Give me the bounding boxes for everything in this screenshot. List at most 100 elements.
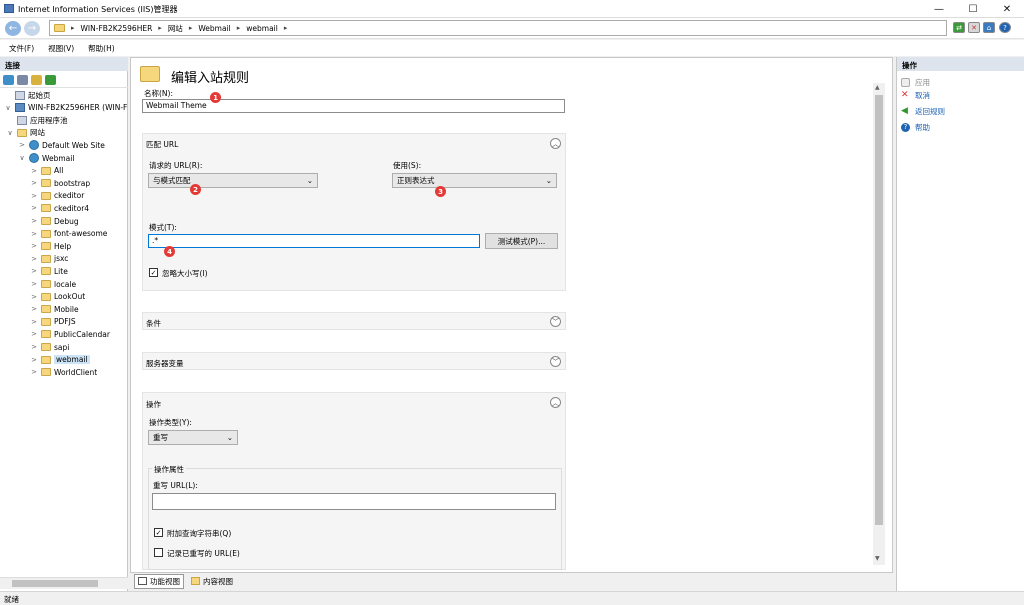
scroll-thumb[interactable] bbox=[875, 95, 883, 525]
name-input[interactable]: Webmail Theme bbox=[142, 99, 565, 113]
crumb-server[interactable]: WIN-FB2K2596HER bbox=[81, 24, 153, 33]
up-level-icon[interactable] bbox=[31, 75, 42, 85]
tree-item[interactable]: > jsxc bbox=[30, 253, 68, 265]
tree-item-label: All bbox=[54, 166, 64, 176]
chevron-right-icon[interactable]: > bbox=[30, 242, 38, 250]
chevron-right-icon[interactable]: > bbox=[30, 217, 38, 225]
log-rewritten-checkbox[interactable] bbox=[154, 548, 163, 557]
scroll-down-icon[interactable]: ▼ bbox=[875, 555, 880, 562]
tree-item[interactable]: > PDFJS bbox=[30, 316, 76, 328]
tree-item[interactable]: > ckeditor bbox=[30, 190, 84, 202]
chevron-right-icon[interactable]: > bbox=[30, 293, 38, 301]
chevron-right-icon[interactable]: > bbox=[30, 356, 38, 364]
requested-url-select[interactable]: 与模式匹配 ⌄ bbox=[148, 173, 318, 188]
action-cancel[interactable]: ✕ 取消 bbox=[901, 89, 930, 101]
horizontal-scrollbar[interactable] bbox=[0, 577, 128, 589]
crumb-app[interactable]: webmail bbox=[246, 24, 278, 33]
action-help[interactable]: ? 帮助 bbox=[901, 121, 930, 133]
chevron-right-icon[interactable]: > bbox=[30, 343, 38, 351]
using-select[interactable]: 正则表达式 ⌄ bbox=[392, 173, 557, 188]
tree-item[interactable]: > ckeditor4 bbox=[30, 202, 89, 214]
forward-arrow-icon[interactable]: → bbox=[24, 21, 40, 36]
pattern-input[interactable]: .* bbox=[148, 234, 480, 248]
action-apply[interactable]: 应用 bbox=[901, 76, 930, 88]
tree-item[interactable]: > All bbox=[30, 165, 63, 177]
collapse-up-icon[interactable]: ︿ bbox=[550, 397, 561, 408]
conditions-section[interactable]: 条件 ﹀ bbox=[142, 312, 566, 330]
tree-item[interactable]: > webmail bbox=[30, 354, 90, 366]
chevron-right-icon[interactable]: > bbox=[30, 230, 38, 238]
tree-item[interactable]: > Mobile bbox=[30, 303, 79, 315]
tree-item[interactable]: > bootstrap bbox=[30, 177, 90, 189]
chevron-down-icon[interactable]: ∨ bbox=[4, 104, 12, 112]
tree-item[interactable]: > Help bbox=[30, 240, 71, 252]
chevron-right-icon[interactable]: > bbox=[30, 280, 38, 288]
tree-item[interactable]: > sapi bbox=[30, 341, 69, 353]
append-query-checkbox[interactable]: ✓ bbox=[154, 528, 163, 537]
back-arrow-icon[interactable]: ← bbox=[5, 21, 21, 36]
refresh-icon[interactable]: ⇄ bbox=[953, 22, 965, 33]
help-icon[interactable]: ? bbox=[999, 22, 1011, 33]
menu-file[interactable]: 文件(F) bbox=[9, 43, 34, 54]
tree-item[interactable]: > Lite bbox=[30, 265, 68, 277]
close-button[interactable]: ✕ bbox=[990, 0, 1024, 18]
tab-features-view[interactable]: 功能视图 bbox=[134, 573, 184, 589]
chevron-right-icon[interactable]: > bbox=[30, 192, 38, 200]
chevron-right-icon[interactable]: > bbox=[30, 318, 38, 326]
tree-item-label: webmail bbox=[54, 355, 90, 365]
action-type-select[interactable]: 重写 ⌄ bbox=[148, 430, 238, 445]
tree-item[interactable]: ∨ Webmail bbox=[18, 152, 74, 164]
tree-item-label: jsxc bbox=[54, 254, 69, 264]
home-icon[interactable]: ⌂ bbox=[983, 22, 995, 33]
minimize-button[interactable]: — bbox=[922, 0, 956, 18]
action-back-to-rules[interactable]: ◀ 返回规则 bbox=[901, 105, 945, 117]
tree-item[interactable]: > Debug bbox=[30, 215, 79, 227]
tree-item[interactable]: 起始页 bbox=[4, 89, 51, 101]
tree-item[interactable]: > Default Web Site bbox=[18, 139, 105, 151]
chevron-right-icon[interactable]: > bbox=[30, 305, 38, 313]
action-type-label: 操作类型(Y): bbox=[149, 418, 192, 427]
server-variables-section[interactable]: 服务器变量 ﹀ bbox=[142, 352, 566, 370]
chevron-down-icon: ⌄ bbox=[545, 176, 552, 185]
chevron-down-icon[interactable]: ∨ bbox=[18, 154, 26, 162]
chevron-right-icon[interactable]: > bbox=[30, 167, 38, 175]
tree-item[interactable]: > LookOut bbox=[30, 291, 85, 303]
vertical-scrollbar[interactable]: ▲ ▼ bbox=[873, 83, 885, 565]
chevron-right-icon[interactable]: > bbox=[18, 141, 26, 149]
crumb-sites[interactable]: 网站 bbox=[168, 23, 183, 34]
address-bar[interactable]: ▸ WIN-FB2K2596HER ▸ 网站 ▸ Webmail ▸ webma… bbox=[49, 20, 947, 36]
tree-item[interactable]: > WorldClient bbox=[30, 366, 97, 378]
expand-down-icon[interactable]: ﹀ bbox=[550, 356, 561, 367]
menu-view[interactable]: 视图(V) bbox=[48, 43, 74, 54]
rewrite-url-input[interactable] bbox=[152, 493, 556, 510]
action-back-label: 返回规则 bbox=[915, 106, 945, 116]
ignore-case-checkbox[interactable]: ✓ bbox=[149, 268, 158, 277]
test-pattern-button[interactable]: 测试模式(P)... bbox=[485, 233, 558, 249]
crumb-site[interactable]: Webmail bbox=[198, 24, 230, 33]
connect-icon[interactable] bbox=[3, 75, 14, 85]
collapse-up-icon[interactable]: ︿ bbox=[550, 138, 561, 149]
chevron-right-icon[interactable]: > bbox=[30, 267, 38, 275]
tree-item[interactable]: ∨ WIN-FB2K2596HER (WIN-F bbox=[4, 102, 127, 114]
tree-item[interactable]: > font-awesome bbox=[30, 228, 107, 240]
tree-item[interactable]: > locale bbox=[30, 278, 76, 290]
chevron-down-icon[interactable]: ∨ bbox=[6, 129, 14, 137]
tree-item[interactable]: 应用程序池 bbox=[6, 114, 68, 126]
remove-connection-icon[interactable] bbox=[45, 75, 56, 85]
expand-down-icon[interactable]: ﹀ bbox=[550, 316, 561, 327]
scroll-up-icon[interactable]: ▲ bbox=[875, 84, 880, 91]
tree-item[interactable]: > PublicCalendar bbox=[30, 328, 110, 340]
chevron-right-icon[interactable]: > bbox=[30, 255, 38, 263]
chevron-right-icon[interactable]: > bbox=[30, 179, 38, 187]
stop-icon[interactable]: ✕ bbox=[968, 22, 980, 33]
scroll-thumb[interactable] bbox=[12, 580, 98, 587]
menu-help[interactable]: 帮助(H) bbox=[88, 43, 115, 54]
chevron-right-icon[interactable]: > bbox=[30, 330, 38, 338]
tree-item[interactable]: ∨ 网站 bbox=[6, 127, 45, 139]
chevron-right-icon[interactable]: > bbox=[30, 204, 38, 212]
maximize-button[interactable]: ☐ bbox=[956, 0, 990, 18]
tab-content-view[interactable]: 内容视图 bbox=[188, 575, 236, 588]
folder-icon bbox=[41, 343, 51, 351]
save-icon[interactable] bbox=[17, 75, 28, 85]
chevron-right-icon[interactable]: > bbox=[30, 368, 38, 376]
